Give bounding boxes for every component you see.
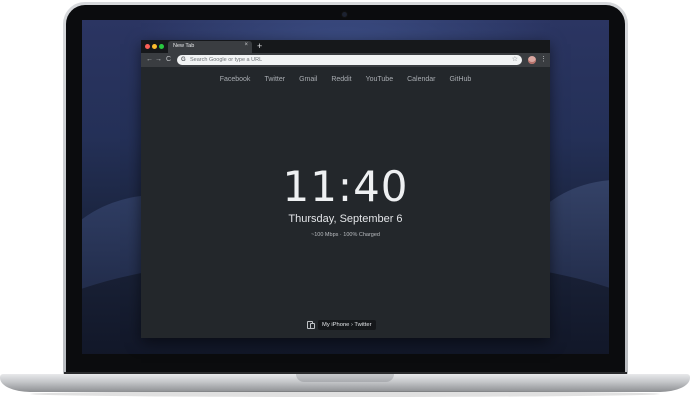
clock-time: 11:40 <box>282 162 409 211</box>
system-status: ~100 Mbps · 100% Charged <box>311 232 380 238</box>
reload-icon[interactable]: C <box>166 55 171 65</box>
clock-date: Thursday, September 6 <box>288 213 403 225</box>
bookmark-star-icon[interactable]: ☆ <box>512 55 518 65</box>
tab-new-tab[interactable]: New Tab × <box>168 41 252 53</box>
address-bar-placeholder[interactable]: Search Google or type a URL <box>190 56 262 64</box>
link-twitter[interactable]: Twitter <box>264 74 285 86</box>
maximize-window-button[interactable] <box>159 44 164 49</box>
close-window-button[interactable] <box>145 44 150 49</box>
minimize-window-button[interactable] <box>152 44 157 49</box>
link-calendar[interactable]: Calendar <box>407 74 435 86</box>
new-tab-button[interactable]: + <box>257 40 262 52</box>
tab-strip: New Tab × + <box>141 40 550 53</box>
google-icon: G <box>181 57 186 63</box>
handoff-label[interactable]: My iPhone › Twitter <box>318 319 376 330</box>
browser-window: New Tab × + ← → C G Search Google or typ… <box>141 40 550 338</box>
link-reddit[interactable]: Reddit <box>331 74 351 86</box>
link-youtube[interactable]: YouTube <box>366 74 394 86</box>
profile-avatar[interactable] <box>528 56 536 64</box>
close-tab-icon[interactable]: × <box>244 42 248 48</box>
devices-icon <box>307 320 315 329</box>
browser-toolbar: ← → C G Search Google or type a URL ☆ ⋮ <box>141 53 550 67</box>
forward-arrow-icon[interactable]: → <box>155 55 162 65</box>
camera-icon <box>342 12 347 17</box>
tab-title: New Tab <box>173 43 195 49</box>
laptop-notch <box>296 374 394 382</box>
link-gmail[interactable]: Gmail <box>299 74 317 86</box>
address-bar[interactable]: G Search Google or type a URL ☆ <box>177 55 522 65</box>
back-arrow-icon[interactable]: ← <box>146 55 153 65</box>
quick-links: Facebook Twitter Gmail Reddit YouTube Ca… <box>141 74 550 86</box>
laptop-shadow <box>30 391 660 397</box>
browser-menu-icon[interactable]: ⋮ <box>540 54 547 66</box>
link-facebook[interactable]: Facebook <box>220 74 251 86</box>
link-github[interactable]: GitHub <box>450 74 472 86</box>
handoff-suggestion[interactable]: My iPhone › Twitter <box>307 319 376 330</box>
